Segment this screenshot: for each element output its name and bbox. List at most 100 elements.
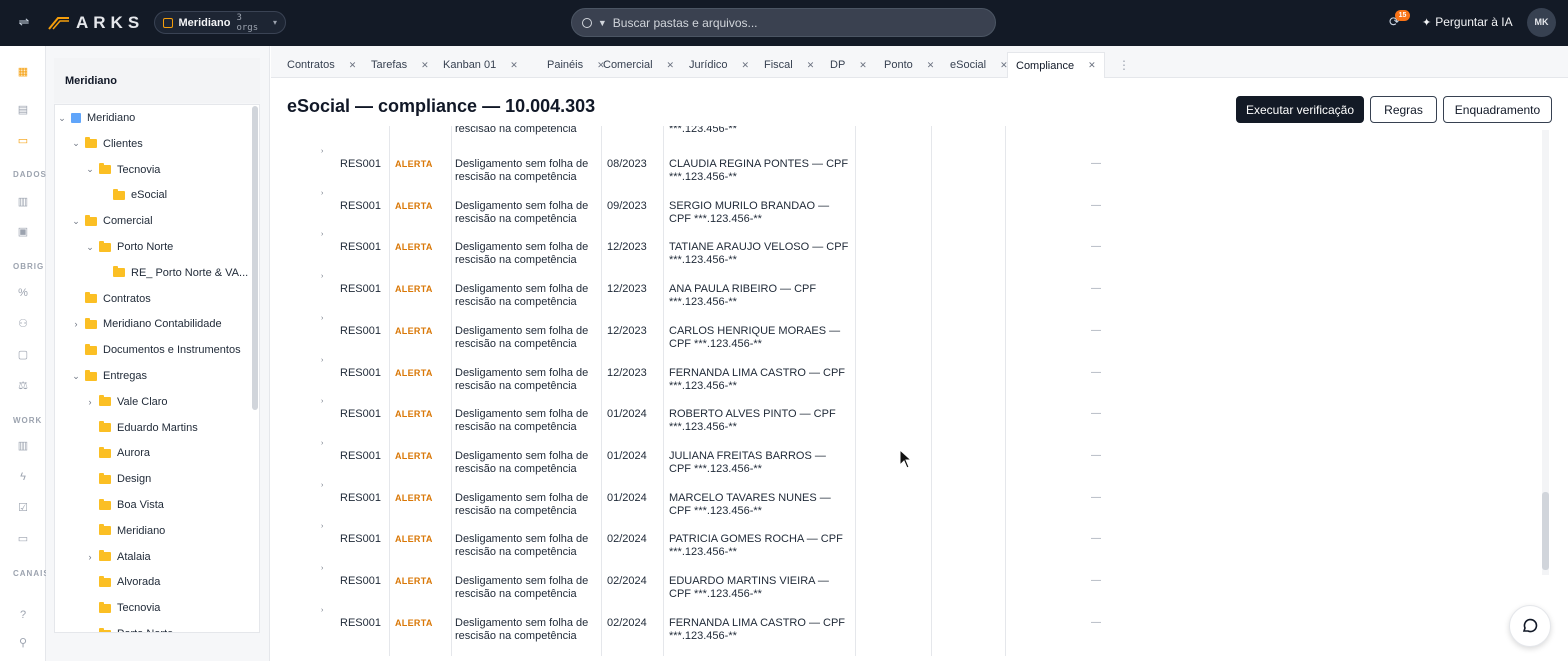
tab-kanban-01[interactable]: Kanban 01 ✕: [443, 52, 518, 78]
tab-jur-dico[interactable]: Jurídico ✕: [689, 52, 749, 78]
close-icon[interactable]: ✕: [421, 60, 429, 71]
help-icon[interactable]: ?: [15, 607, 31, 623]
tree-item[interactable]: eSocial: [99, 182, 167, 208]
chevron-right-icon[interactable]: ›: [321, 231, 323, 238]
close-icon[interactable]: ✕: [349, 60, 357, 71]
tree-item[interactable]: Meridiano: [85, 518, 165, 544]
tree-item[interactable]: Design: [85, 466, 151, 492]
chevron-right-icon[interactable]: ›: [321, 273, 323, 280]
rules-button[interactable]: Regras: [1370, 96, 1437, 123]
tree-item[interactable]: ⌄ Clientes: [71, 131, 143, 157]
tree-item[interactable]: Documentos e Instrumentos: [71, 337, 241, 363]
building-icon[interactable]: ▦: [15, 64, 31, 80]
table-row[interactable]: › RES001 ALERTA Desligamento sem folha de r…: [287, 315, 1537, 357]
tab-dp[interactable]: DP ✕: [830, 52, 867, 78]
kanban-icon[interactable]: ▥: [15, 438, 31, 454]
checkbox-icon[interactable]: ☑: [15, 500, 31, 516]
tree-item[interactable]: ⌄ Porto Norte: [85, 234, 173, 260]
sliders-icon[interactable]: ⇌: [16, 14, 32, 30]
tab-pain-is[interactable]: Painéis ✕: [547, 52, 605, 78]
tree-item[interactable]: Aurora: [85, 440, 150, 466]
table-row[interactable]: › RES001 ALERTA Desligamento sem folha de r…: [287, 607, 1537, 649]
search-input[interactable]: [612, 15, 985, 30]
chart-icon[interactable]: ▥: [15, 194, 31, 210]
filter-icon[interactable]: ▼: [598, 18, 607, 28]
tree-item[interactable]: Boa Vista: [85, 492, 164, 518]
users-icon[interactable]: ⚇: [15, 316, 31, 332]
document-icon[interactable]: ▤: [15, 102, 31, 118]
scale-icon[interactable]: ⚖: [15, 378, 31, 394]
tab-ponto[interactable]: Ponto ✕: [884, 52, 934, 78]
tree-item[interactable]: ⌄ Entregas: [71, 363, 147, 389]
folder-icon[interactable]: ▭: [15, 133, 31, 149]
close-icon[interactable]: ✕: [667, 60, 675, 71]
ask-ai-button[interactable]: ✦ Perguntar à IA: [1422, 14, 1513, 30]
chevron-down-icon[interactable]: ⌄: [71, 138, 81, 149]
tree-item[interactable]: ⌄ Meridiano: [57, 105, 135, 131]
tree-item[interactable]: Alvorada: [85, 569, 160, 595]
table-icon[interactable]: ▣: [15, 224, 31, 240]
table-row[interactable]: › RES001 ALERTA Desligamento sem folha de r…: [287, 398, 1537, 440]
table-row[interactable]: › RES001 ALERTA Desligamento sem folha de r…: [287, 273, 1537, 315]
tab-comercial[interactable]: Comercial ✕: [603, 52, 674, 78]
table-row[interactable]: › RES001 ALERTA Desligamento sem folha de r…: [287, 482, 1537, 524]
chevron-right-icon[interactable]: ›: [321, 148, 323, 155]
tree-item[interactable]: › Vale Claro: [85, 389, 168, 415]
tab-contratos[interactable]: Contratos ✕: [287, 52, 356, 78]
chevron-right-icon[interactable]: ›: [321, 190, 323, 197]
search-bar[interactable]: ▼: [571, 8, 996, 37]
tab-compliance[interactable]: Compliance ✕: [1007, 52, 1105, 78]
tree-item[interactable]: › Meridiano Contabilidade: [71, 311, 222, 337]
tree-item[interactable]: ⌄ Comercial: [71, 208, 153, 234]
avatar[interactable]: MK: [1527, 8, 1556, 37]
close-icon[interactable]: ✕: [510, 60, 518, 71]
table-row[interactable]: › RES001 ALERTA Desligamento sem folha de r…: [287, 565, 1537, 607]
tree-item[interactable]: Contratos: [71, 286, 151, 312]
chevron-right-icon[interactable]: ›: [321, 398, 323, 405]
tree-item[interactable]: Tecnovia: [85, 595, 160, 621]
close-icon[interactable]: ✕: [807, 60, 815, 71]
chevron-right-icon[interactable]: ›: [71, 319, 81, 329]
chevron-down-icon[interactable]: ⌄: [71, 371, 81, 382]
close-icon[interactable]: ✕: [927, 60, 935, 71]
more-icon[interactable]: ⋮: [1118, 58, 1130, 72]
tree-item[interactable]: ⌄ Tecnovia: [85, 157, 160, 183]
chat-button[interactable]: [1509, 605, 1551, 647]
chevron-right-icon[interactable]: ›: [321, 523, 323, 530]
chevron-right-icon[interactable]: ›: [85, 397, 95, 407]
message-icon[interactable]: ▭: [15, 531, 31, 547]
tab-fiscal[interactable]: Fiscal ✕: [764, 52, 814, 78]
tab-tarefas[interactable]: Tarefas ✕: [371, 52, 429, 78]
chevron-down-icon[interactable]: ⌄: [85, 242, 95, 253]
tree-item[interactable]: › Atalaia: [85, 544, 151, 570]
tab-esocial[interactable]: eSocial ✕: [950, 52, 1008, 78]
table-row[interactable]: › RES001 ALERTA Desligamento sem folha de r…: [287, 231, 1537, 273]
chevron-right-icon[interactable]: ›: [321, 440, 323, 447]
chevron-down-icon[interactable]: ⌄: [57, 113, 67, 124]
chevron-right-icon[interactable]: ›: [321, 357, 323, 364]
content-scrollbar-thumb[interactable]: [1542, 492, 1549, 570]
tree-item[interactable]: RE_ Porto Norte & VA...: [99, 260, 248, 286]
chevron-right-icon[interactable]: ›: [85, 552, 95, 562]
framing-button[interactable]: Enquadramento: [1443, 96, 1552, 123]
table-row[interactable]: › RES001 ALERTA Desligamento sem folha de r…: [287, 357, 1537, 399]
pin-icon[interactable]: ⚲: [15, 635, 31, 651]
org-switcher[interactable]: Meridiano 3 orgs ▾: [154, 11, 286, 34]
chevron-right-icon[interactable]: ›: [321, 565, 323, 572]
logo[interactable]: ARKS: [48, 12, 144, 34]
chevron-down-icon[interactable]: ⌄: [71, 216, 81, 227]
tree-item[interactable]: Eduardo Martins: [85, 415, 198, 441]
id-card-icon[interactable]: ▢: [15, 347, 31, 363]
tree-scrollbar[interactable]: [252, 106, 258, 410]
chevron-right-icon[interactable]: ›: [321, 607, 323, 614]
chevron-right-icon[interactable]: ›: [321, 482, 323, 489]
close-icon[interactable]: ✕: [742, 60, 750, 71]
bolt-icon[interactable]: ϟ: [15, 469, 31, 485]
run-check-button[interactable]: Executar verificação: [1236, 96, 1364, 123]
close-icon[interactable]: ✕: [1088, 60, 1096, 71]
chevron-right-icon[interactable]: ›: [321, 315, 323, 322]
close-icon[interactable]: ✕: [859, 60, 867, 71]
chevron-down-icon[interactable]: ⌄: [85, 164, 95, 175]
table-row[interactable]: › RES001 ALERTA Desligamento sem folha de r…: [287, 523, 1537, 565]
tree-item[interactable]: Porto Norte: [85, 621, 173, 632]
